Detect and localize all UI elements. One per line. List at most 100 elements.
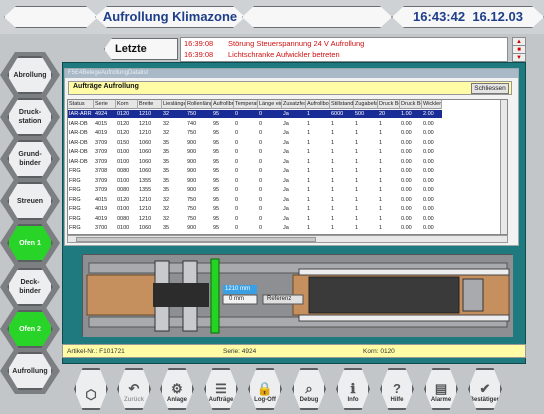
table-cell: 1210 [139, 120, 152, 127]
table-cell: 1060 [139, 139, 152, 146]
toolbar-auftr-ge-button[interactable]: ☰ Aufträge [204, 368, 238, 410]
width-value: 1210 mm [225, 286, 251, 292]
toolbar-best-tigen-button[interactable]: ✔ Bestätigen [468, 368, 502, 410]
table-cell: 0 [259, 225, 263, 231]
table-cell: 1 [355, 215, 359, 222]
table-cell: Ja [283, 139, 289, 146]
toolbar-debug-button[interactable]: ⌕ Debug [292, 368, 326, 410]
column-header[interactable]: Aufrollbogen [306, 100, 330, 109]
column-header[interactable]: Wickler [422, 100, 442, 109]
scroll-thumb[interactable] [76, 237, 316, 242]
clock-date: 16.12.03 [472, 9, 523, 24]
toolbar-overview-button[interactable]: ⬡ [74, 368, 108, 410]
table-cell: 95 [213, 139, 220, 146]
table-cell: 1 [379, 215, 383, 222]
table-cell: 1060 [139, 149, 152, 155]
table-row[interactable]: IAR-DB 3709 0100 1060 35 900 95 0 0 Ja 1 1 1 1 0.00 0.0… [68, 148, 442, 156]
table-cell: 35 [163, 158, 170, 165]
machine-schematic: 1210 mm 0 mm Referenz [82, 254, 513, 337]
table-cell: 95 [213, 111, 220, 117]
column-header[interactable]: Status [68, 100, 94, 109]
column-header[interactable]: Temperatur [234, 100, 258, 109]
column-header[interactable]: Stillstand [330, 100, 354, 109]
table-cell: 0.00 [423, 139, 434, 146]
table-row[interactable]: FRG 4019 0100 1210 32 750 95 0 0 Ja 1 1 1 1 0.00 0.00 [68, 205, 442, 213]
table-row[interactable]: FRG 4019 0080 1210 32 750 95 0 0 Ja 1 1 1 1 0.00 0.00 [68, 215, 442, 223]
table-cell: 3700 [95, 225, 108, 231]
info-icon: ℹ [350, 381, 356, 396]
table-row[interactable]: IAR-DB 3709 0150 1060 35 900 95 0 0 Ja 1 1 1 1 0.00 0.0… [68, 139, 442, 147]
column-header[interactable]: Druck Beu [378, 100, 400, 109]
column-header[interactable]: Zusatzfest [282, 100, 306, 109]
error-list-scrollbar[interactable]: ▲ ■ ▼ [512, 37, 526, 62]
error-time: 16:39:08 [184, 39, 214, 48]
scroll-up-icon[interactable]: ▲ [513, 38, 525, 46]
table-cell: 1 [355, 177, 359, 184]
close-button[interactable]: Schliessen [471, 83, 509, 94]
toolbar-hilfe-button[interactable]: ? Hilfe [380, 368, 414, 410]
table-row[interactable]: FRG 4015 0120 1210 32 750 95 0 0 Ja 1 1 1 1 0.00 0.00 [68, 196, 442, 204]
table-cell: Ja [283, 177, 289, 184]
table-row[interactable]: FRG 3709 0100 1355 35 900 95 0 0 Ja 1 1 1 1 0.00 0.00 [68, 177, 442, 185]
toolbar-alarme-button[interactable]: ▤ Alarme [424, 368, 458, 410]
table-cell: 750 [187, 215, 197, 222]
table-cell: 0.00 [401, 158, 412, 165]
table-row[interactable]: IAR-ARR 4924 0120 1210 32 750 95 0 0 Ja 1 6000 500 20… [68, 110, 442, 118]
column-header[interactable]: Lieslänge [162, 100, 186, 109]
table-cell: 4015 [95, 196, 108, 203]
table-cell: 1060 [139, 225, 152, 231]
scroll-middle[interactable]: ■ [513, 46, 525, 54]
column-header[interactable]: Breite [138, 100, 162, 109]
table-cell: 1 [331, 158, 335, 165]
table-cell: 0120 [117, 120, 130, 127]
table-cell: 1355 [139, 177, 152, 184]
column-header[interactable]: Serie [94, 100, 116, 109]
table-cell: 0 [259, 215, 263, 222]
table-cell: 750 [187, 111, 197, 117]
column-header[interactable]: Korn [116, 100, 138, 109]
column-header[interactable]: Druck Bec [400, 100, 422, 109]
table-horizontal-scrollbar[interactable] [67, 235, 508, 243]
toolbar-anlage-button[interactable]: ⚙ Anlage [160, 368, 194, 410]
table-cell: 0 [235, 149, 239, 155]
confirm-icon: ✔ [479, 381, 491, 396]
toolbar-info-button[interactable]: ℹ Info [336, 368, 370, 410]
table-row[interactable]: IAR-DB 4019 0120 1210 32 750 95 0 0 Ja 1 1 1 1 0.00 0.0… [68, 129, 442, 137]
column-header[interactable]: Zugabefall [354, 100, 378, 109]
table-cell: FRG [69, 206, 81, 212]
table-cell: 35 [163, 139, 170, 146]
table-cell: IAR-DB [69, 139, 88, 146]
table-row[interactable]: FRG 3708 0080 1060 35 900 95 0 0 Ja 1 1 1 1 0.00 0.00 [68, 167, 442, 175]
table-cell: IAR-DB [69, 149, 88, 155]
error-list[interactable]: 16:39:08 Störung Steuerspannung 24 V Aufr… [180, 37, 508, 62]
table-header: StatusSerieKornBreiteLieslängeRollenläng… [68, 100, 442, 109]
table-cell: 900 [187, 177, 197, 184]
table-cell: 32 [163, 206, 170, 212]
table-cell: 1 [355, 206, 359, 212]
column-header[interactable]: Rollenlänge [186, 100, 212, 109]
table-row[interactable]: IAR-DB 3709 0100 1060 35 900 95 0 0 Ja 1 1 1 1 0.00 0.0… [68, 158, 442, 166]
table-vertical-scrollbar[interactable] [500, 100, 507, 234]
table-cell: 900 [187, 139, 197, 146]
table-cell: 1 [379, 225, 383, 231]
reference-button[interactable]: Referenz [267, 296, 291, 302]
toolbar-zur-ck-button[interactable]: ↶ Zurück [117, 368, 151, 410]
table-cell: 0150 [117, 139, 130, 146]
table-cell: 740 [187, 120, 197, 127]
toolbar-label: Info [347, 397, 359, 403]
table-row[interactable]: FRG 3700 0100 1060 35 900 95 0 0 Ja 1 1 1 1 0.00 0.00 [68, 224, 442, 232]
toolbar-log-off-button[interactable]: 🔒 Log-Off [248, 368, 282, 410]
table-row[interactable]: IAR-DB 4015 0120 1210 32 740 95 0 0 Ja 1 1 1 1 0.00 0.0… [68, 120, 442, 128]
scroll-down-icon[interactable]: ▼ [513, 54, 525, 62]
table-cell: 35 [163, 168, 170, 174]
table-row[interactable]: FRG 3709 0080 1355 35 900 95 0 0 Ja 1 1 1 1 0.00 0.00 [68, 186, 442, 194]
table-cell: 0 [259, 130, 263, 136]
korn-value: Korn: 0120 [363, 348, 395, 355]
table-cell: 0 [259, 206, 263, 212]
column-header[interactable]: Aufrollbreite [212, 100, 234, 109]
table-cell: 900 [187, 225, 197, 231]
title-bar-empty-segment [242, 6, 392, 28]
column-header[interactable]: Länge einzel [258, 100, 282, 109]
table-cell: 0 [259, 139, 263, 146]
table-cell: 0.00 [423, 206, 434, 212]
